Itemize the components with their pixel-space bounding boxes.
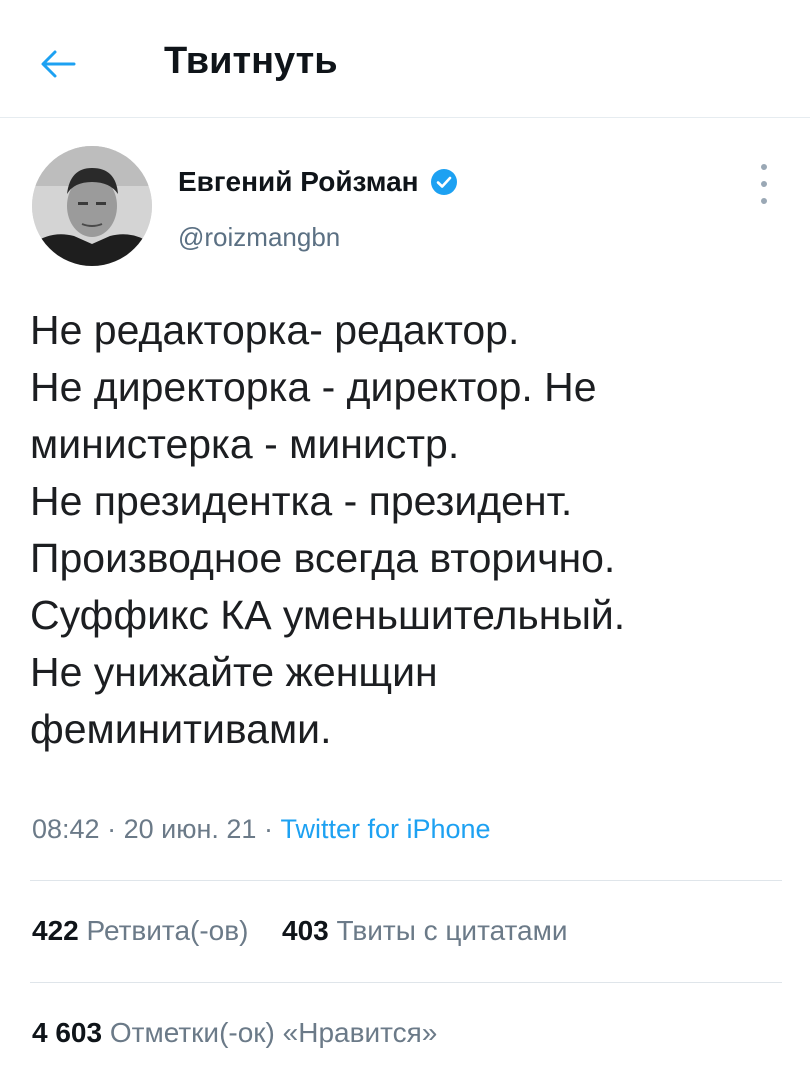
tweet-date[interactable]: 20 июн. 21 — [124, 814, 257, 844]
meta-separator: · — [107, 814, 117, 844]
quotes-label: Твиты с цитатами — [336, 915, 568, 946]
tweet-line: феминитивами. — [30, 706, 332, 752]
tweet-source-link[interactable]: Twitter for iPhone — [280, 814, 490, 844]
tweet-line: министерка - министр. — [30, 421, 460, 467]
dot — [761, 198, 767, 204]
tweet-text: Не редакторка- редактор. Не директорка -… — [30, 302, 790, 758]
more-options-icon[interactable] — [752, 164, 776, 204]
author-handle[interactable]: @roizmangbn — [178, 222, 340, 253]
meta-separator: · — [263, 814, 273, 844]
tweet-line: Не президентка - президент. — [30, 478, 573, 524]
retweets-stat[interactable]: 422 Ретвита(-ов) — [32, 915, 248, 947]
page-title: Твитнуть — [164, 40, 338, 82]
quotes-stat[interactable]: 403 Твиты с цитатами — [282, 915, 568, 947]
divider — [30, 880, 782, 881]
retweets-label: Ретвита(-ов) — [86, 915, 249, 946]
avatar[interactable] — [32, 146, 152, 266]
back-button[interactable] — [36, 42, 80, 86]
tweet-line: Суффикс КА уменьшительный. — [30, 592, 626, 638]
dot — [761, 181, 767, 187]
retweet-stats-row: 422 Ретвита(-ов) 403 Твиты с цитатами — [32, 915, 568, 947]
retweets-count: 422 — [32, 915, 79, 946]
tweet-page: Твитнуть Евгений Ройзман @roizmangbn Не — [0, 0, 810, 1080]
tweet-line: Не директорка - директор. Не — [30, 364, 597, 410]
verified-badge-icon — [429, 167, 459, 197]
likes-count: 4 603 — [32, 1017, 103, 1048]
tweet-meta: 08:42 · 20 июн. 21 · Twitter for iPhone — [32, 814, 491, 845]
likes-stats-row: 4 603 Отметки(-ок) «Нравится» — [32, 1017, 437, 1049]
author-name-row[interactable]: Евгений Ройзман — [178, 166, 459, 198]
dot — [761, 164, 767, 170]
arrow-left-icon — [41, 50, 76, 78]
tweet-line: Производное всегда вторично. — [30, 535, 616, 581]
avatar-photo — [32, 146, 152, 266]
quotes-count: 403 — [282, 915, 329, 946]
tweet-time[interactable]: 08:42 — [32, 814, 100, 844]
tweet-line: Не редакторка- редактор. — [30, 307, 520, 353]
likes-stat[interactable]: 4 603 Отметки(-ок) «Нравится» — [32, 1017, 437, 1049]
likes-label: Отметки(-ок) «Нравится» — [109, 1017, 438, 1048]
tweet-line: Не унижайте женщин — [30, 649, 438, 695]
divider — [30, 982, 782, 983]
header: Твитнуть — [0, 0, 810, 118]
author-name[interactable]: Евгений Ройзман — [178, 166, 419, 198]
